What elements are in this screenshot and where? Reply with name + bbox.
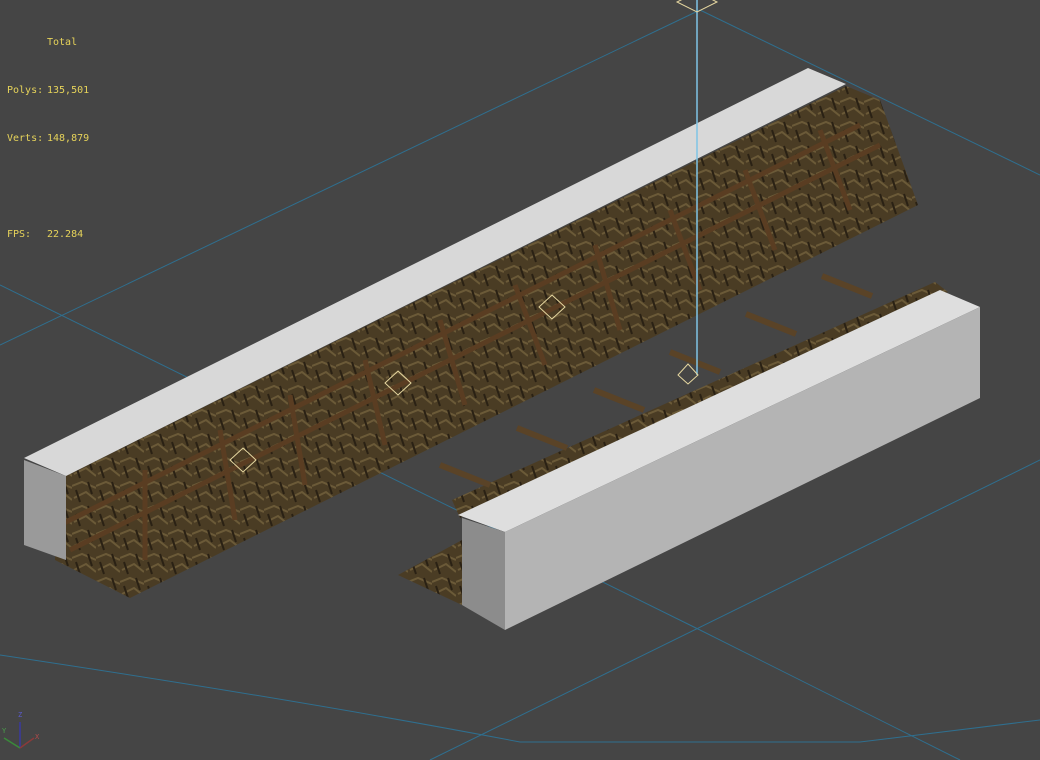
fps-label: FPS:	[7, 229, 32, 240]
stats-header: Total	[47, 37, 78, 48]
axis-y-label: Y	[2, 727, 7, 735]
viewport-statistics: Total Polys: 135,501 Verts: 148,879 FPS: 22…	[7, 3, 89, 259]
verts-label: Verts:	[7, 133, 44, 144]
scene	[0, 0, 1040, 760]
axis-z-label: Z	[18, 711, 23, 719]
axis-x-label: X	[35, 733, 40, 741]
polys-value: 135,501	[47, 85, 90, 96]
polys-label: Polys:	[7, 85, 44, 96]
3d-viewport[interactable]: Total Polys: 135,501 Verts: 148,879 FPS: 22…	[0, 0, 1040, 760]
verts-value: 148,879	[47, 133, 90, 144]
right-wall-end	[462, 518, 505, 630]
light-icon	[677, 363, 699, 385]
fps-value: 22.284	[47, 229, 84, 240]
left-wall-end	[24, 460, 66, 560]
axis-gizmo-icon	[3, 722, 35, 749]
